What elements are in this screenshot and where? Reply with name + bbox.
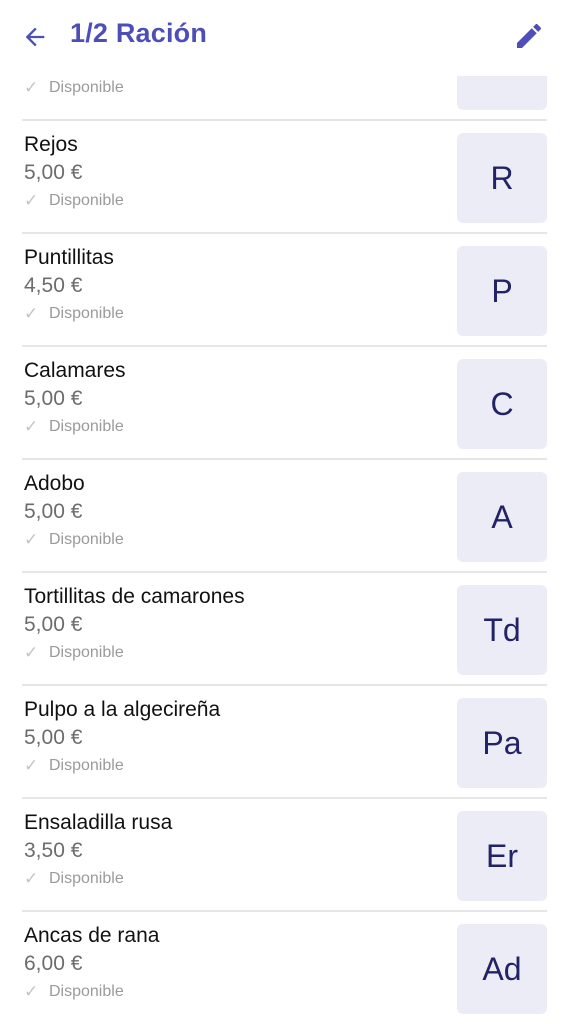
item-status-label: Disponible [49,531,124,548]
item-status: ✓ Disponible [24,982,124,1002]
item-status: ✓ Disponible [24,869,124,889]
item-initials-tile[interactable]: Td [457,585,547,675]
list-item[interactable]: Ancas de rana 6,00 € ✓ Disponible Ad [22,912,547,1024]
item-name: Ancas de rana [24,924,160,947]
item-name: Calamares [24,359,126,382]
item-initials-tile[interactable]: C [457,359,547,449]
item-status: ✓ Disponible [24,191,124,211]
item-price: 5,00 € [24,726,83,749]
app-header: 1/2 Ración [0,0,569,76]
item-price: 5,00 € [24,161,83,184]
check-icon: ✓ [24,643,39,662]
item-initials-tile[interactable]: Ad [457,924,547,1014]
list-item[interactable]: Rejos 5,00 € ✓ Disponible R [22,121,547,234]
item-status-label: Disponible [49,192,124,209]
check-icon: ✓ [24,304,39,323]
item-price: 4,50 € [24,274,83,297]
item-status-label: Disponible [49,983,124,1000]
item-price: 5,00 € [24,613,83,636]
item-initials-tile[interactable]: Er [457,811,547,901]
item-price: 6,00 € [24,952,83,975]
check-icon: ✓ [24,530,39,549]
item-status-label: Disponible [49,418,124,435]
item-status: ✓ Disponible [24,530,124,550]
check-icon: ✓ [24,191,39,210]
check-icon: ✓ [24,417,39,436]
item-price: 3,50 € [24,839,83,862]
item-status: ✓ Disponible [24,417,124,437]
item-price: 5,00 € [24,500,83,523]
list-item[interactable]: Adobo 5,00 € ✓ Disponible A [22,460,547,573]
item-name: Tortillitas de camarones [24,585,245,608]
item-initials-tile[interactable]: Pa [457,698,547,788]
item-status: ✓ Disponible [24,643,124,663]
page-title: 1/2 Ración [70,18,208,48]
check-icon: ✓ [24,756,39,775]
check-icon: ✓ [24,982,39,1001]
item-name: Puntillitas [24,246,114,269]
item-status: ✓ Disponible [24,304,124,324]
item-price: 5,00 € [24,387,83,410]
item-name: Pulpo a la algecireña [24,698,221,721]
list-item[interactable]: Ensaladilla rusa 3,50 € ✓ Disponible Er [22,799,547,912]
arrow-left-icon [25,27,45,47]
item-initials-tile[interactable]: P [457,246,547,336]
item-status-label: Disponible [49,305,124,322]
item-name: Ensaladilla rusa [24,811,173,834]
item-name: Adobo [24,472,85,495]
item-status-label: Disponible [49,79,124,96]
list-item[interactable]: Calamares 5,00 € ✓ Disponible C [22,347,547,460]
check-icon: ✓ [24,78,39,97]
edit-button[interactable] [511,18,547,54]
app-screen: ✓ Disponible Br Rejos 5,00 € ✓ Disponibl… [0,0,569,1024]
list-item[interactable]: Tortillitas de camarones 5,00 € ✓ Dispon… [22,573,547,686]
back-button[interactable] [18,20,52,54]
item-name: Rejos [24,133,78,156]
item-initials-tile[interactable]: A [457,472,547,562]
pencil-icon [517,23,542,48]
list-item[interactable]: Puntillitas 4,50 € ✓ Disponible P [22,234,547,347]
list-item[interactable]: Pulpo a la algecireña 5,00 € ✓ Disponibl… [22,686,547,799]
item-status: ✓ Disponible [24,756,124,776]
check-icon: ✓ [24,869,39,888]
item-status-label: Disponible [49,757,124,774]
item-initials-tile[interactable]: R [457,133,547,223]
item-status-label: Disponible [49,870,124,887]
item-status: ✓ Disponible [24,78,124,98]
item-status-label: Disponible [49,644,124,661]
